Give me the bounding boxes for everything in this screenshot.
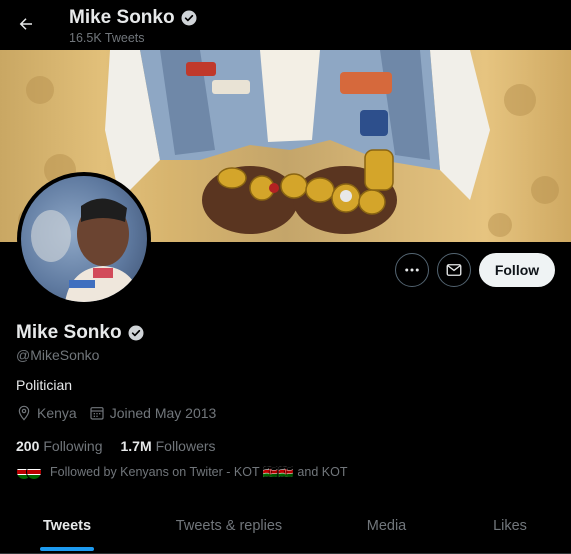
tab-label: Media xyxy=(366,518,407,534)
followers-label: Followers xyxy=(155,438,216,454)
followed-by-text: Followed by Kenyans on Twiter - KOT 🇰🇪🇰🇪… xyxy=(50,464,348,479)
tab-tweets[interactable]: Tweets xyxy=(0,498,134,554)
profile-tabs: Tweets Tweets & replies Media Likes xyxy=(0,498,571,554)
tab-label: Tweets xyxy=(42,518,92,534)
profile-avatar[interactable] xyxy=(17,172,151,306)
location-text: Kenya xyxy=(37,405,77,421)
joined-item: Joined May 2013 xyxy=(89,405,217,421)
profile-name: Mike Sonko xyxy=(16,322,122,343)
more-horizontal-icon xyxy=(405,268,419,272)
calendar-icon xyxy=(90,407,104,420)
tweet-count: 16.5K Tweets xyxy=(69,31,145,45)
back-button[interactable] xyxy=(14,12,38,36)
following-count: 200 xyxy=(16,438,40,454)
location-pin-icon xyxy=(18,405,30,421)
joined-text: Joined May 2013 xyxy=(109,405,217,421)
follow-stats: 200 Following 1.7M Followers xyxy=(16,438,216,454)
profile-meta: Kenya Joined May 2013 xyxy=(16,405,228,421)
location-item: Kenya xyxy=(16,405,77,421)
more-button[interactable] xyxy=(395,253,429,287)
tab-label: Tweets & replies xyxy=(175,518,283,534)
avatar-image xyxy=(21,176,147,302)
profile-name-row: Mike Sonko xyxy=(16,322,145,344)
followed-by-avatars xyxy=(16,464,42,480)
message-button[interactable] xyxy=(437,253,471,287)
arrow-left-icon xyxy=(19,18,32,30)
following-label: Following xyxy=(43,438,103,454)
tab-tweets-replies[interactable]: Tweets & replies xyxy=(134,498,324,554)
followed-by[interactable]: Followed by Kenyans on Twiter - KOT 🇰🇪🇰🇪… xyxy=(16,464,347,480)
verified-badge-icon xyxy=(181,10,197,26)
tab-media[interactable]: Media xyxy=(324,498,449,554)
follow-button[interactable]: Follow xyxy=(479,253,555,287)
profile-handle: @MikeSonko xyxy=(16,347,100,363)
following-link[interactable]: 200 Following xyxy=(16,438,103,454)
followers-link[interactable]: 1.7M Followers xyxy=(121,438,216,454)
envelope-icon xyxy=(446,264,462,276)
tab-label: Likes xyxy=(493,518,527,534)
header-name: Mike Sonko xyxy=(69,7,175,28)
top-bar: Mike Sonko 16.5K Tweets xyxy=(0,0,571,50)
active-tab-indicator xyxy=(40,547,94,551)
profile-bio: Politician xyxy=(16,377,73,393)
header-title: Mike Sonko xyxy=(69,7,198,29)
tab-likes[interactable]: Likes xyxy=(449,498,571,554)
verified-badge-icon xyxy=(128,325,144,341)
followers-count: 1.7M xyxy=(120,438,152,454)
